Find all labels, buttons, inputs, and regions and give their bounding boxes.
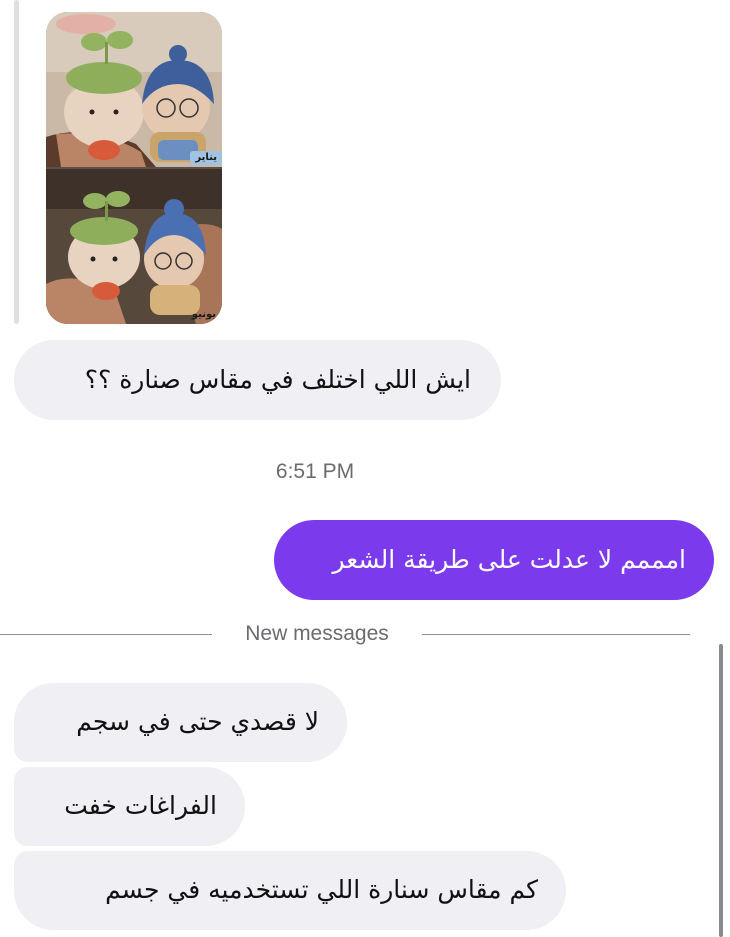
- crochet-dolls-photo-june: يونيو: [46, 169, 222, 324]
- outgoing-message-bubble[interactable]: امممم لا عدلت على طريقة الشعر: [274, 520, 714, 600]
- incoming-message-bubble[interactable]: كم مقاس سنارة اللي تستخدميه في جسم: [14, 851, 566, 930]
- shared-photo-attachment[interactable]: يناير يونيو: [46, 12, 222, 324]
- new-messages-divider-label: New messages: [245, 622, 389, 645]
- chat-screen: يناير يونيو ايش اللي اختلف في مقاس صنارة…: [0, 0, 730, 937]
- reply-quote-bar: [14, 0, 19, 324]
- photo-caption-june: يونيو: [191, 309, 216, 320]
- new-messages-divider-line-right: [422, 634, 690, 635]
- chat-scrollbar[interactable]: [719, 644, 723, 937]
- new-messages-divider-line-left: [0, 634, 212, 635]
- incoming-message-bubble[interactable]: لا قصدي حتى في سجم: [14, 683, 347, 762]
- photo-caption-january: يناير: [190, 151, 222, 165]
- incoming-message-bubble[interactable]: ايش اللي اختلف في مقاس صنارة ؟؟: [14, 340, 501, 420]
- message-timestamp: 6:51 PM: [275, 460, 355, 483]
- incoming-message-bubble[interactable]: الفراغات خفت: [14, 767, 245, 846]
- crochet-dolls-photo-january: يناير: [46, 12, 222, 167]
